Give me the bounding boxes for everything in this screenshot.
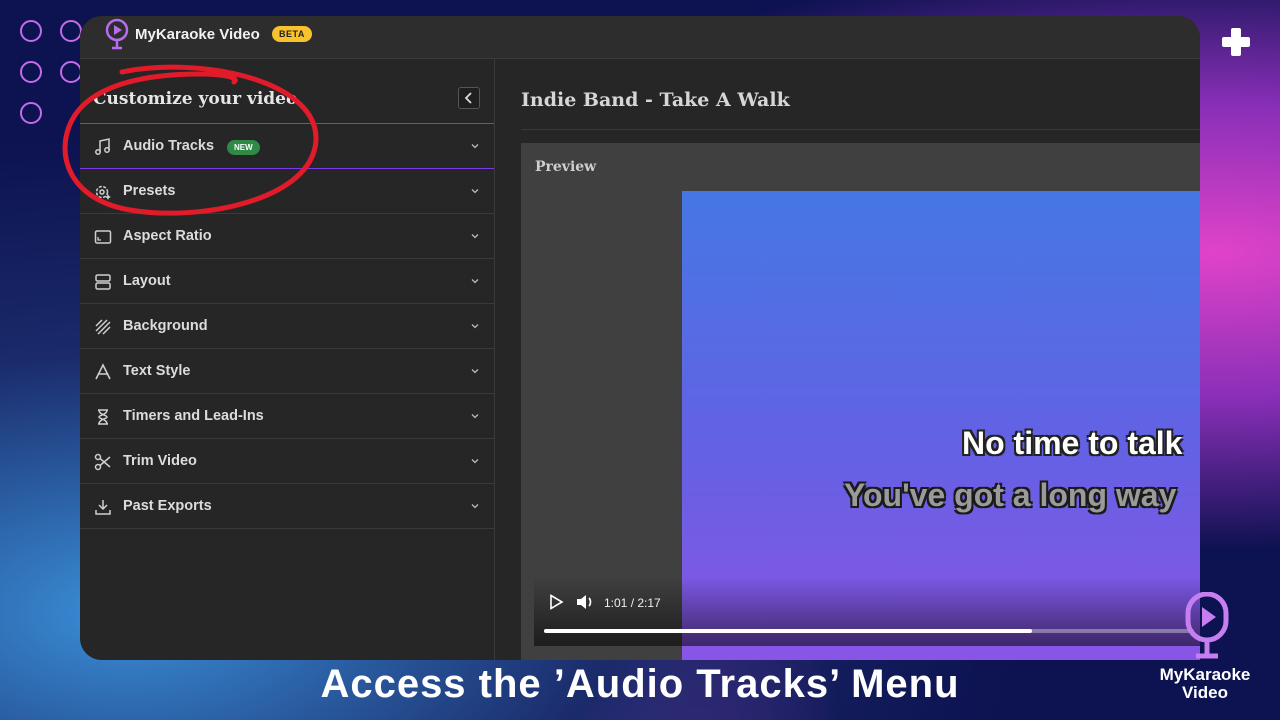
music-note-icon <box>95 138 110 155</box>
decorative-circle <box>20 102 42 124</box>
preview-label: Preview <box>535 159 597 175</box>
time-display: 1:01 / 2:17 <box>604 596 661 610</box>
hourglass-icon <box>98 409 108 425</box>
decorative-circle <box>60 20 82 42</box>
menu-item-aspect-ratio[interactable]: Aspect Ratio <box>80 214 494 259</box>
chevron-down-icon <box>471 504 479 509</box>
sidebar: Customize your video Audio Tracks NEW Pr… <box>80 59 495 660</box>
progress-fill <box>544 629 1032 633</box>
aspect-ratio-icon <box>94 230 112 244</box>
lyric-line-next: You've got a long way <box>844 477 1177 513</box>
tutorial-caption: Access the ’Audio Tracks’ Menu <box>320 662 960 706</box>
menu-item-text-style[interactable]: Text Style <box>80 349 494 394</box>
sidebar-title: Customize your video <box>93 89 298 109</box>
menu-item-label: Layout <box>123 273 171 289</box>
gear-sparkle-icon <box>95 185 111 200</box>
menu-item-label: Aspect Ratio <box>123 228 212 244</box>
menu-item-label: Audio Tracks <box>123 138 215 154</box>
new-badge: NEW <box>227 140 260 155</box>
divider <box>521 129 1200 130</box>
layout-icon <box>95 274 111 290</box>
menu-item-presets[interactable]: Presets <box>80 169 494 214</box>
main-panel: Indie Band - Take A Walk Preview No time… <box>495 59 1200 660</box>
decorative-circle <box>20 61 42 83</box>
lyric-line-current: No time to talk <box>962 425 1183 461</box>
menu-item-label: Past Exports <box>123 498 212 514</box>
beta-badge: BETA <box>272 26 312 42</box>
download-icon <box>95 500 111 515</box>
preview-panel: Preview No time to talk You've got a lon… <box>521 143 1200 660</box>
chevron-down-icon <box>471 414 479 419</box>
brand-name-line2: Video <box>1182 683 1228 702</box>
menu-item-trim-video[interactable]: Trim Video <box>80 439 494 484</box>
video-controls: 1:01 / 2:17 <box>534 576 1200 646</box>
menu-item-label: Presets <box>123 183 176 199</box>
menu-item-background[interactable]: Background <box>80 304 494 349</box>
menu-item-label: Timers and Lead-Ins <box>123 408 264 424</box>
menu-item-label: Trim Video <box>123 453 197 469</box>
customize-menu: Audio Tracks NEW Presets Aspect Ratio La… <box>80 123 494 529</box>
menu-item-layout[interactable]: Layout <box>80 259 494 304</box>
chevron-down-icon <box>471 369 479 374</box>
brand-name: MyKaraoke Video <box>1140 666 1270 702</box>
microphone-logo-icon <box>105 18 129 50</box>
scissors-icon <box>94 453 111 471</box>
play-icon[interactable] <box>548 594 564 610</box>
text-style-icon <box>95 363 111 380</box>
app-name: MyKaraoke Video <box>135 26 260 43</box>
chevron-down-icon <box>471 324 479 329</box>
hatched-background-icon <box>95 319 111 335</box>
menu-item-audio-tracks[interactable]: Audio Tracks NEW <box>80 123 494 169</box>
chevron-down-icon <box>471 279 479 284</box>
menu-item-label: Text Style <box>123 363 191 379</box>
chevron-down-icon <box>471 459 479 464</box>
progress-bar[interactable] <box>544 629 1194 633</box>
menu-item-label: Background <box>123 318 208 334</box>
decorative-circle <box>60 61 82 83</box>
collapse-sidebar-button[interactable] <box>458 87 480 109</box>
title-bar: MyKaraoke Video BETA <box>80 16 1200 59</box>
volume-icon[interactable] <box>575 594 595 610</box>
menu-item-past-exports[interactable]: Past Exports <box>80 484 494 529</box>
song-title: Indie Band - Take A Walk <box>521 89 790 111</box>
menu-item-timers[interactable]: Timers and Lead-Ins <box>80 394 494 439</box>
chevron-down-icon <box>471 144 479 149</box>
plus-icon <box>1222 28 1250 56</box>
decorative-circle <box>20 20 42 42</box>
brand-name-line1: MyKaraoke <box>1159 665 1251 684</box>
chevron-down-icon <box>471 189 479 194</box>
microphone-logo-icon <box>1185 592 1229 659</box>
app-window: MyKaraoke Video BETA Customize your vide… <box>80 16 1200 660</box>
chevron-down-icon <box>471 234 479 239</box>
chevron-left-icon <box>464 92 472 104</box>
